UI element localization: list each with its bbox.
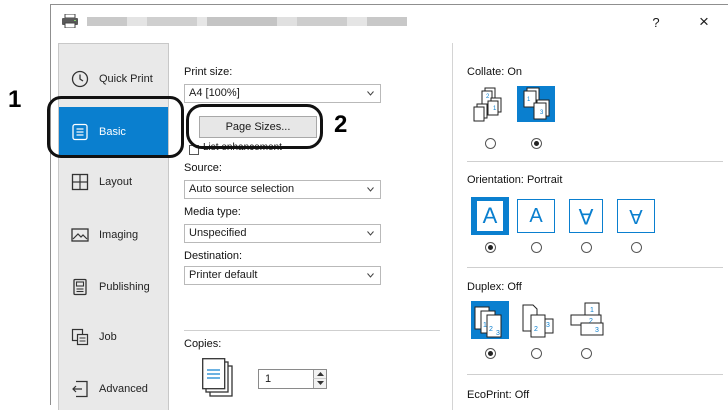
media-type-dropdown[interactable]: Unspecified (184, 224, 381, 243)
uncollated-pages-icon: 21 (473, 87, 502, 122)
sidebar-item-imaging[interactable]: Imaging (59, 210, 168, 260)
destination-value: Printer default (189, 269, 258, 281)
orientation-landscape-option[interactable]: A (517, 199, 555, 233)
copies-spinner[interactable]: 1 (258, 369, 327, 389)
callout-highlight-basic (47, 96, 184, 158)
orientation-value: Portrait (526, 174, 563, 186)
orientation-rotated-landscape-option[interactable]: A (617, 199, 655, 233)
duplex-long-edge-option[interactable]: 23 (517, 301, 555, 339)
sidebar-item-advanced[interactable]: Advanced (59, 364, 168, 414)
duplex-off-radio[interactable] (485, 348, 496, 359)
publishing-icon (73, 278, 87, 296)
print-preferences-window: ? × Quick Print Basic Layout Imaging Pub… (50, 4, 728, 410)
svg-text:3: 3 (496, 330, 500, 337)
chevron-up-icon (317, 372, 324, 376)
imaging-icon (71, 228, 89, 242)
long-edge-flip-icon: 23 (522, 304, 554, 338)
chevron-down-icon (367, 91, 374, 96)
duplex-short-edge-option[interactable]: 1 2 3 (565, 301, 613, 339)
destination-label: Destination: (184, 250, 243, 262)
ecoprint-label-text: EcoPrint: (467, 389, 512, 401)
media-type-value: Unspecified (189, 227, 247, 239)
window-title-redacted (87, 17, 407, 26)
orientation-landscape-radio[interactable] (531, 242, 542, 253)
advanced-icon (72, 380, 88, 398)
section-divider (184, 330, 440, 331)
sidebar-item-label: Quick Print (99, 73, 153, 85)
column-separator (452, 43, 453, 410)
duplex-value: Off (507, 281, 522, 293)
sidebar-item-layout[interactable]: Layout (59, 157, 168, 207)
orientation-rotated-portrait-radio[interactable] (581, 242, 592, 253)
one-sided-pages-icon: 123 (474, 306, 502, 338)
printer-icon (62, 14, 78, 28)
duplex-label-text: Duplex: (467, 281, 505, 293)
sidebar-item-label: Layout (99, 176, 133, 188)
duplex-long-edge-radio[interactable] (531, 348, 542, 359)
source-value: Auto source selection (189, 183, 295, 195)
ecoprint-label: EcoPrint: Off (467, 389, 529, 401)
source-dropdown[interactable]: Auto source selection (184, 180, 381, 199)
orientation-portrait-radio[interactable] (485, 242, 496, 253)
close-button[interactable]: × (691, 11, 717, 33)
orientation-rotated-portrait-option[interactable]: A (569, 199, 603, 233)
chevron-down-icon (367, 231, 374, 236)
collated-pages-icon: 13 (523, 87, 550, 120)
portrait-page-icon: A (477, 201, 503, 231)
sidebar-item-label: Publishing (99, 281, 150, 293)
chevron-down-icon (367, 273, 374, 278)
ecoprint-value: Off (514, 389, 530, 401)
source-label: Source: (184, 162, 222, 174)
chevron-down-icon (317, 381, 324, 385)
title-bar: ? × (51, 5, 728, 39)
duplex-label: Duplex: Off (467, 281, 522, 293)
destination-dropdown[interactable]: Printer default (184, 266, 381, 285)
job-icon (71, 328, 89, 346)
quick-print-icon (71, 70, 89, 88)
collate-off-radio[interactable] (485, 138, 496, 149)
svg-text:3: 3 (595, 327, 599, 334)
callout-highlight-page-sizes (186, 104, 323, 149)
copies-decrement-button[interactable] (313, 379, 326, 388)
collate-label-text: Collate: (467, 66, 505, 78)
sidebar-item-job[interactable]: Job (59, 312, 168, 362)
sidebar-item-label: Advanced (99, 383, 148, 395)
section-divider (467, 267, 723, 268)
sidebar-item-publishing[interactable]: Publishing (59, 262, 168, 312)
help-button[interactable]: ? (643, 13, 669, 33)
svg-text:1: 1 (483, 322, 487, 329)
collate-on-option[interactable]: 13 (517, 86, 555, 122)
collate-value: On (507, 66, 523, 78)
collate-on-radio[interactable] (531, 138, 542, 149)
svg-text:1: 1 (590, 307, 594, 314)
duplex-short-edge-radio[interactable] (581, 348, 592, 359)
collate-off-option[interactable]: 21 (471, 86, 509, 122)
svg-text:3: 3 (546, 322, 550, 329)
orientation-label-text: Orientation: (467, 174, 524, 186)
orientation-rotated-landscape-radio[interactable] (631, 242, 642, 253)
short-edge-flip-icon: 1 2 3 (570, 302, 604, 336)
copies-value: 1 (265, 373, 272, 385)
sidebar-item-label: Imaging (99, 229, 139, 241)
print-size-value: A4 [100%] (189, 87, 240, 99)
media-type-label: Media type: (184, 206, 241, 218)
copies-increment-button[interactable] (313, 370, 326, 379)
svg-text:2: 2 (489, 326, 493, 333)
section-divider (467, 374, 723, 375)
orientation-portrait-option[interactable]: A (471, 197, 509, 235)
sidebar-item-label: Job (99, 331, 117, 343)
callout-number-2: 2 (334, 111, 348, 138)
orientation-label: Orientation: Portrait (467, 174, 562, 186)
print-size-label: Print size: (184, 66, 233, 78)
layout-icon (71, 173, 89, 191)
copies-label: Copies: (184, 338, 222, 350)
collate-label: Collate: On (467, 66, 522, 78)
duplex-off-option[interactable]: 123 (471, 301, 509, 339)
section-divider (467, 161, 723, 162)
copies-icon (202, 358, 233, 397)
svg-text:2: 2 (534, 326, 538, 333)
print-size-dropdown[interactable]: A4 [100%] (184, 84, 381, 103)
chevron-down-icon (367, 187, 374, 192)
callout-number-1: 1 (8, 86, 22, 113)
